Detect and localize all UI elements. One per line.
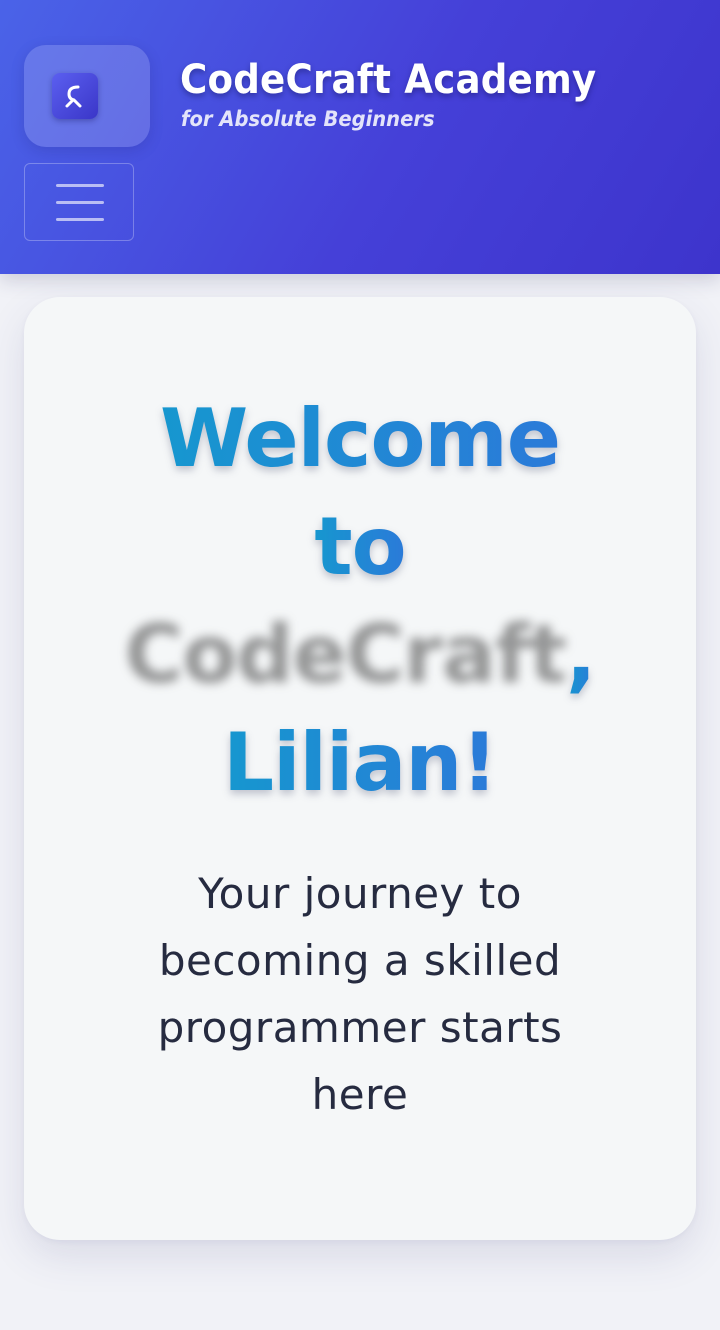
app-title: CodeCraft Academy bbox=[180, 57, 597, 103]
heading-to: to bbox=[314, 500, 406, 593]
hamburger-menu-icon-bar bbox=[56, 201, 104, 204]
hamburger-menu-icon-bar bbox=[56, 218, 104, 221]
tagline-line: Your journey to bbox=[198, 869, 522, 918]
heading-user-name: Lilian! bbox=[223, 716, 498, 809]
tagline-line: here bbox=[311, 1070, 409, 1119]
welcome-tagline: Your journey to becoming a skilled progr… bbox=[24, 860, 696, 1128]
hamburger-menu-icon bbox=[56, 184, 104, 187]
hamburger-menu-button[interactable] bbox=[24, 163, 134, 241]
welcome-card: Welcome to CodeCraft, Lilian! Your journ… bbox=[24, 297, 696, 1240]
app-subtitle: for Absolute Beginners bbox=[181, 107, 435, 131]
heading-welcome: Welcome bbox=[159, 392, 561, 485]
welcome-heading: Welcome to CodeCraft, Lilian! bbox=[24, 385, 696, 817]
app-header: CodeCraft Academy for Absolute Beginners bbox=[0, 0, 720, 274]
tagline-line: programmer starts bbox=[157, 1003, 563, 1052]
code-craft-logo-icon bbox=[52, 73, 98, 119]
logo-container[interactable] bbox=[24, 45, 150, 147]
heading-comma: , bbox=[566, 608, 596, 701]
heading-brand-blurred: CodeCraft bbox=[124, 608, 567, 701]
tagline-line: becoming a skilled bbox=[158, 936, 562, 985]
